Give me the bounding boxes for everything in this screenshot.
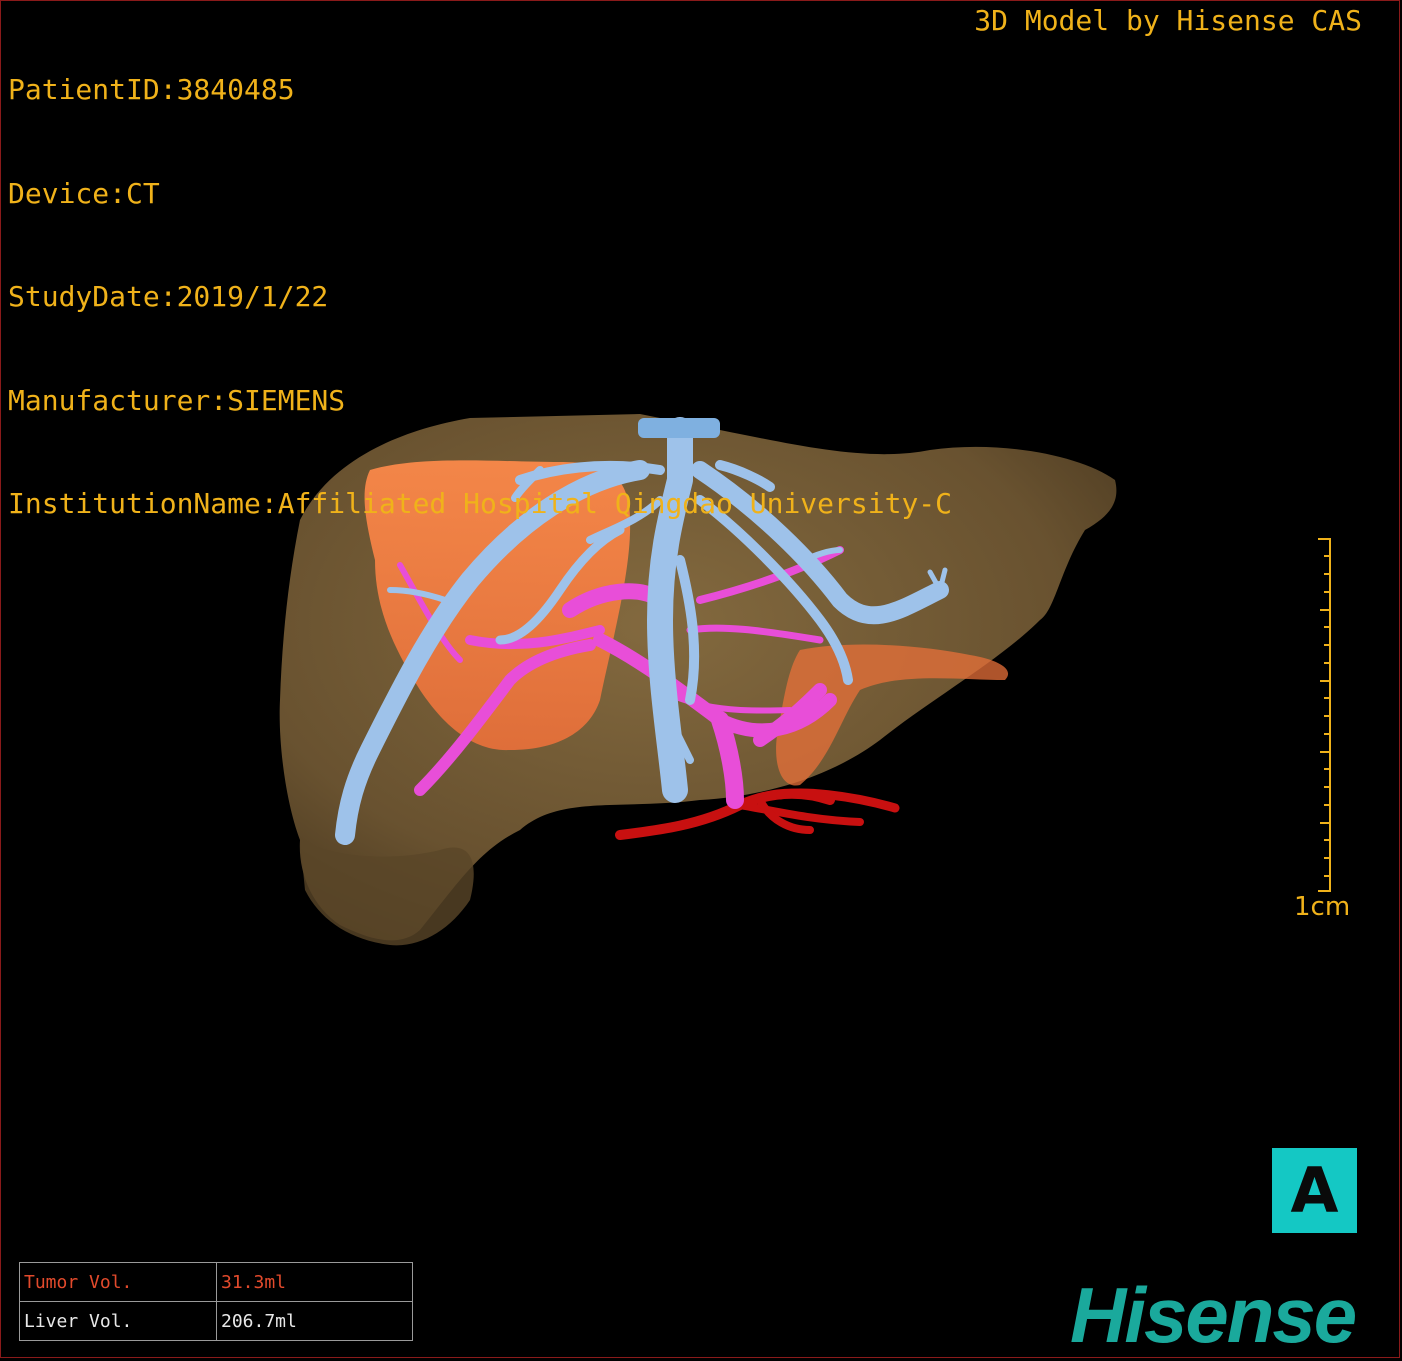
hisense-logo: Hisense — [1070, 1271, 1357, 1359]
device-text: Device:CT — [8, 176, 160, 210]
orientation-label: A — [1290, 1154, 1339, 1227]
tumor-volume-label: Tumor Vol. — [19, 1262, 217, 1302]
manufacturer-text: Manufacturer:SIEMENS — [8, 383, 346, 417]
volume-table: Tumor Vol. 31.3ml Liver Vol. 206.7ml — [19, 1262, 413, 1341]
patient-id-text: PatientID:3840485 — [8, 73, 295, 106]
liver-volume-label: Liver Vol. — [19, 1301, 217, 1341]
institution-text: InstitutionName:Affiliated Hospital Qing… — [8, 487, 953, 520]
model-credit: 3D Model by Hisense CAS — [974, 4, 1362, 37]
orientation-anterior-button[interactable]: A — [1272, 1148, 1357, 1233]
patient-info-overlay: PatientID:3840485 Device:CT StudyDate:20… — [8, 4, 952, 556]
tumor-volume-value: 31.3ml — [216, 1262, 413, 1302]
table-row: Tumor Vol. 31.3ml — [19, 1262, 413, 1302]
liver-volume-value: 206.7ml — [216, 1301, 413, 1341]
study-date-text: StudyDate:2019/1/22 — [8, 280, 329, 313]
scale-bar — [1318, 538, 1331, 892]
table-row: Liver Vol. 206.7ml — [19, 1301, 413, 1341]
scale-bar-label: 1cm — [1294, 892, 1351, 922]
